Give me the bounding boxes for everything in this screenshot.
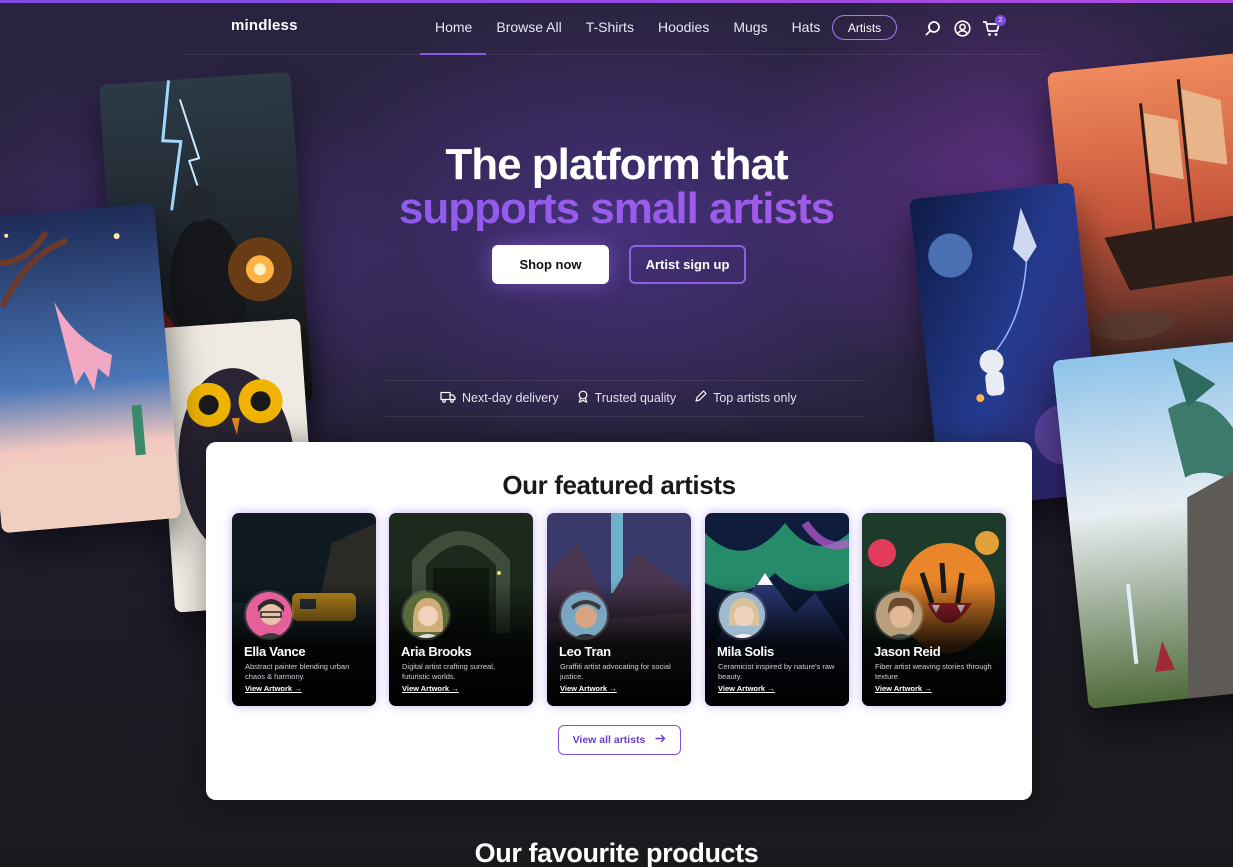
ribbon-icon bbox=[577, 390, 589, 406]
nav-link-home[interactable]: Home bbox=[435, 19, 472, 35]
favourite-products-title: Our favourite products bbox=[474, 838, 759, 867]
truck-icon bbox=[440, 391, 456, 406]
artist-card[interactable]: Aria Brooks Digital artist crafting surr… bbox=[389, 513, 533, 706]
hero-title-line-2: supports small artists bbox=[0, 187, 1233, 231]
avatar bbox=[244, 590, 294, 640]
view-artwork-link[interactable]: View Artwork → bbox=[245, 684, 302, 693]
view-artwork-link[interactable]: View Artwork → bbox=[718, 684, 775, 693]
view-artwork-link[interactable]: View Artwork → bbox=[402, 684, 459, 693]
artist-name: Leo Tran bbox=[559, 644, 611, 659]
artist-signup-button[interactable]: Artist sign up bbox=[629, 245, 746, 284]
artist-bio: Fiber artist weaving stories through tex… bbox=[875, 662, 992, 681]
perk-label: Top artists only bbox=[713, 391, 797, 405]
featured-artists-panel: Our featured artists Ella Vance Abstract… bbox=[206, 442, 1032, 800]
perk-label: Trusted quality bbox=[594, 391, 677, 405]
artist-card[interactable]: Leo Tran Graffiti artist advocating for … bbox=[547, 513, 691, 706]
featured-artists-title: Our featured artists bbox=[502, 470, 736, 500]
avatar bbox=[401, 590, 451, 640]
artist-bio: Graffiti artist advocating for social ju… bbox=[560, 662, 671, 681]
nav-link-t-shirts[interactable]: T-Shirts bbox=[586, 19, 634, 35]
artist-name: Mila Solis bbox=[717, 644, 774, 659]
arrow-right-icon bbox=[655, 734, 666, 746]
shop-now-button[interactable]: Shop now bbox=[492, 245, 609, 284]
artist-bio: Ceramicist inspired by nature's raw beau… bbox=[718, 662, 835, 681]
pencil-icon bbox=[694, 390, 707, 406]
artist-bio: Abstract painter blending urban chaos & … bbox=[245, 662, 350, 681]
account-icon[interactable] bbox=[952, 18, 972, 38]
perks-divider-top bbox=[385, 380, 865, 381]
hero-title: The platform that supports small artists bbox=[0, 143, 1233, 231]
avatar bbox=[874, 590, 924, 640]
search-icon[interactable] bbox=[923, 18, 943, 38]
perks-bar: Next-day delivery Trusted quality Top ar… bbox=[440, 390, 796, 406]
artists-button[interactable]: Artists bbox=[832, 15, 897, 40]
logo[interactable]: mindless bbox=[231, 17, 298, 34]
artist-name: Jason Reid bbox=[874, 644, 941, 659]
hero-title-line-1: The platform that bbox=[445, 140, 788, 189]
nav-divider bbox=[185, 54, 1045, 55]
cart-count-badge: 2 bbox=[995, 15, 1006, 26]
perk-delivery: Next-day delivery bbox=[440, 390, 559, 406]
nav-link-hoodies[interactable]: Hoodies bbox=[658, 19, 709, 35]
artist-name: Ella Vance bbox=[244, 644, 306, 659]
avatar bbox=[559, 590, 609, 640]
perk-label: Next-day delivery bbox=[462, 391, 559, 405]
perk-top-artists: Top artists only bbox=[694, 390, 796, 406]
melting-moon-artwork bbox=[0, 202, 182, 534]
top-nav: mindless Home Browse All T-Shirts Hoodie… bbox=[0, 0, 1233, 55]
perks-divider-bottom bbox=[385, 416, 865, 417]
view-artwork-link[interactable]: View Artwork → bbox=[560, 684, 617, 693]
nav-link-hats[interactable]: Hats bbox=[792, 19, 821, 35]
perk-quality: Trusted quality bbox=[577, 390, 677, 406]
nav-link-mugs[interactable]: Mugs bbox=[733, 19, 767, 35]
avatar bbox=[717, 590, 767, 640]
artist-bio: Digital artist crafting surreal, futuris… bbox=[402, 662, 495, 681]
view-artwork-link[interactable]: View Artwork → bbox=[875, 684, 932, 693]
artist-card[interactable]: Mila Solis Ceramicist inspired by nature… bbox=[705, 513, 849, 706]
nav-link-browse-all[interactable]: Browse All bbox=[496, 19, 561, 35]
artist-name: Aria Brooks bbox=[401, 644, 472, 659]
nav-links: Home Browse All T-Shirts Hoodies Mugs Ha… bbox=[435, 19, 820, 35]
artist-card[interactable]: Ella Vance Abstract painter blending urb… bbox=[232, 513, 376, 706]
artist-card[interactable]: Jason Reid Fiber artist weaving stories … bbox=[862, 513, 1006, 706]
view-all-artists-button[interactable]: View all artists bbox=[558, 725, 681, 755]
